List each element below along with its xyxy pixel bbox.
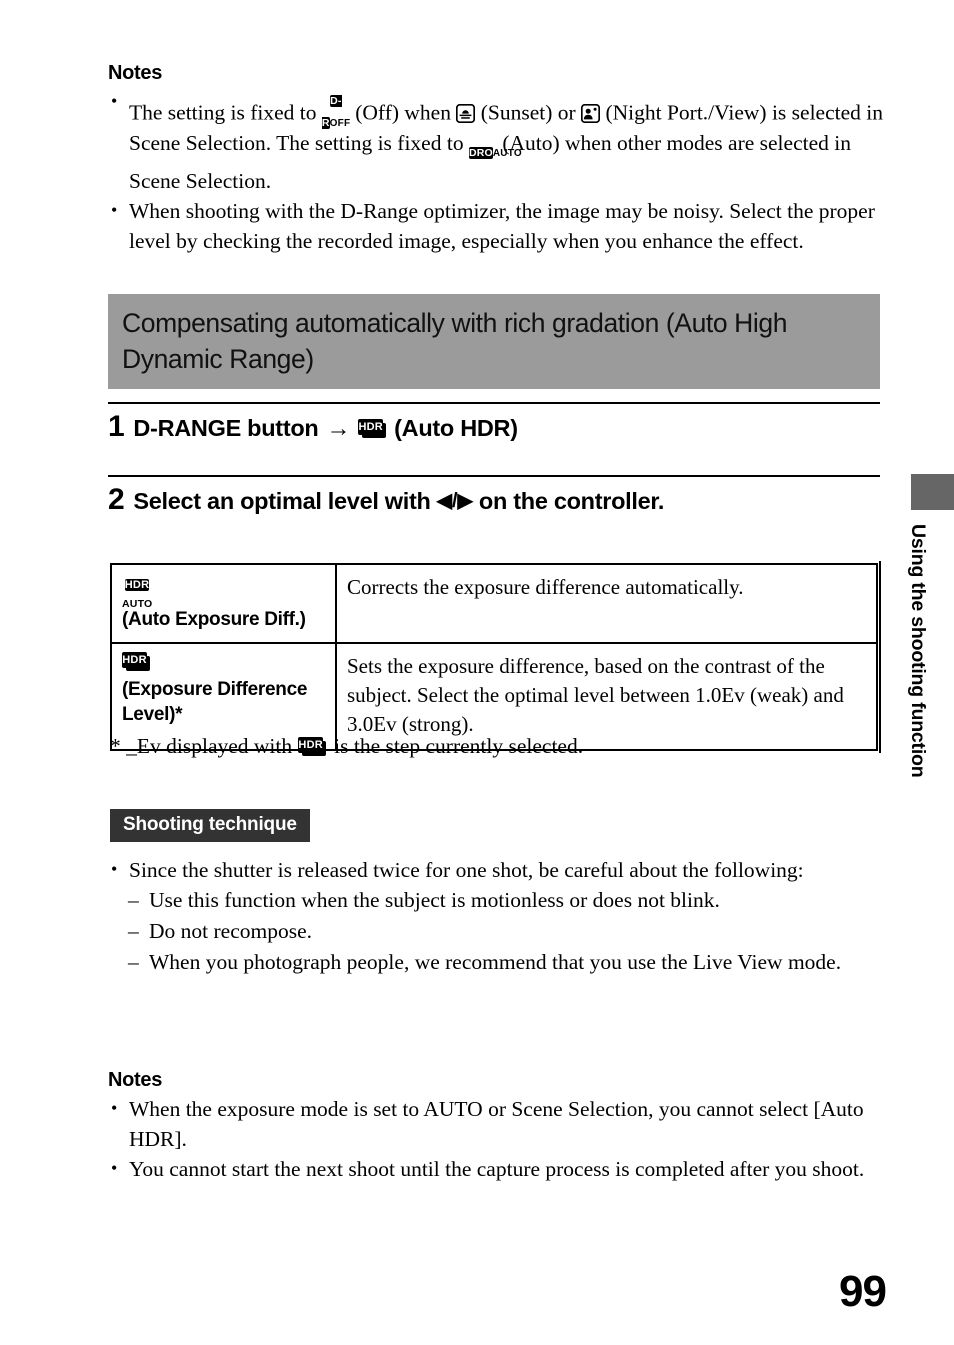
notes-section-bottom: Notes When the exposure mode is set to A…: [108, 1069, 883, 1184]
chapter-tab-label: Using the shooting function: [907, 524, 929, 778]
auto-hdr-icon: HDR: [358, 419, 388, 439]
notes-heading-top: Notes: [108, 62, 163, 84]
hdr-level-icon: HDR: [298, 736, 328, 756]
dro-auto-icon: DROAUTO: [468, 139, 522, 166]
option-label-wrap: HDR (Exposure Difference Level)*: [122, 652, 325, 727]
note-item: The setting is fixed to D-ROFF (Off) whe…: [108, 86, 883, 196]
auto-hdr-options-table: HDR AUTO (Auto Exposure Diff.) Corrects …: [110, 563, 878, 751]
table-row: HDR AUTO (Auto Exposure Diff.) Corrects …: [110, 563, 878, 644]
note-text-fragment: The setting is fixed to: [129, 100, 322, 125]
section-heading-banner: Compensating automatically with rich gra…: [108, 294, 880, 389]
notes-list-top: The setting is fixed to D-ROFF (Off) whe…: [108, 86, 883, 256]
table-cell-description: Corrects the exposure difference automat…: [335, 563, 878, 644]
step-1: 1 D-RANGE button → HDR (Auto HDR): [108, 402, 880, 454]
step-1-instruction: D-RANGE button: [133, 415, 319, 441]
step-1-number: 1: [108, 410, 125, 443]
shooting-technique-sublist: Use this function when the subject is mo…: [108, 885, 883, 978]
note-item: When the exposure mode is set to AUTO or…: [108, 1093, 883, 1154]
shooting-technique-badge: Shooting technique: [110, 809, 310, 842]
note-item: When shooting with the D-Range optimizer…: [108, 195, 883, 256]
left-right-arrow-icon: ◀/▶: [436, 490, 473, 513]
footnote-prefix: * _Ev displayed with: [110, 734, 293, 758]
hdr-level-icon: HDR: [122, 652, 152, 671]
step-2-suffix: on the controller.: [478, 488, 665, 514]
technique-subitem: Do not recompose.: [128, 916, 883, 947]
footnote-suffix: is the step currently selected.: [334, 734, 584, 758]
note-text-fragment: (Sunset) or: [475, 100, 582, 125]
note-item: You cannot start the next shoot until th…: [108, 1153, 883, 1184]
notes-heading-bottom: Notes: [108, 1069, 163, 1091]
hdr-level-icon-label: HDR: [298, 736, 324, 753]
technique-item: Since the shutter is released twice for …: [108, 854, 883, 885]
hdr-level-icon-label: HDR: [122, 652, 147, 668]
dro-auto-icon-top: DRO: [468, 146, 493, 159]
step-2-number: 2: [108, 483, 125, 516]
notes-list-bottom: When the exposure mode is set to AUTO or…: [108, 1093, 883, 1184]
option-label-wrap: HDR AUTO (Auto Exposure Diff.): [122, 573, 325, 632]
step-1-text: D-RANGE button → HDR (Auto HDR): [133, 414, 518, 444]
step-2-instruction: Select an optimal level with: [133, 488, 431, 514]
chapter-side-rule: [879, 561, 881, 753]
table-footnote: * _Ev displayed with HDR is the step cur…: [110, 731, 583, 761]
night-portrait-view-icon: [581, 103, 601, 123]
step-2-text: Select an optimal level with ◀/▶ on the …: [133, 487, 664, 516]
technique-subitem: Use this function when the subject is mo…: [128, 885, 883, 916]
hdr-auto-icon: HDR AUTO: [122, 573, 152, 610]
option-label-text: (Exposure Difference Level)*: [122, 679, 308, 725]
right-arrow-icon: →: [326, 414, 351, 442]
auto-hdr-icon-label: HDR: [358, 419, 384, 436]
step-1-suffix: (Auto HDR): [394, 415, 518, 441]
manual-page: Notes The setting is fixed to D-ROFF (Of…: [0, 0, 954, 1345]
table-cell-option: HDR AUTO (Auto Exposure Diff.): [110, 563, 337, 644]
page-number: 99: [839, 1267, 887, 1316]
d-range-off-icon-bottom: OFF: [329, 117, 351, 129]
d-range-off-icon: D-ROFF: [321, 87, 350, 129]
shooting-technique-list: Since the shutter is released twice for …: [108, 854, 883, 885]
notes-section-top: Notes The setting is fixed to D-ROFF (Of…: [108, 62, 883, 256]
step-2: 2 Select an optimal level with ◀/▶ on th…: [108, 475, 880, 526]
shooting-technique-section: Since the shutter is released twice for …: [108, 854, 883, 978]
hdr-auto-icon-top: HDR: [124, 579, 150, 591]
chapter-tab-marker: [911, 474, 954, 510]
option-label-text: (Auto Exposure Diff.): [122, 609, 306, 630]
technique-subitem: When you photograph people, we recommend…: [128, 947, 883, 978]
note-text-fragment: (Off) when: [349, 100, 457, 125]
sunset-icon: [456, 103, 476, 123]
